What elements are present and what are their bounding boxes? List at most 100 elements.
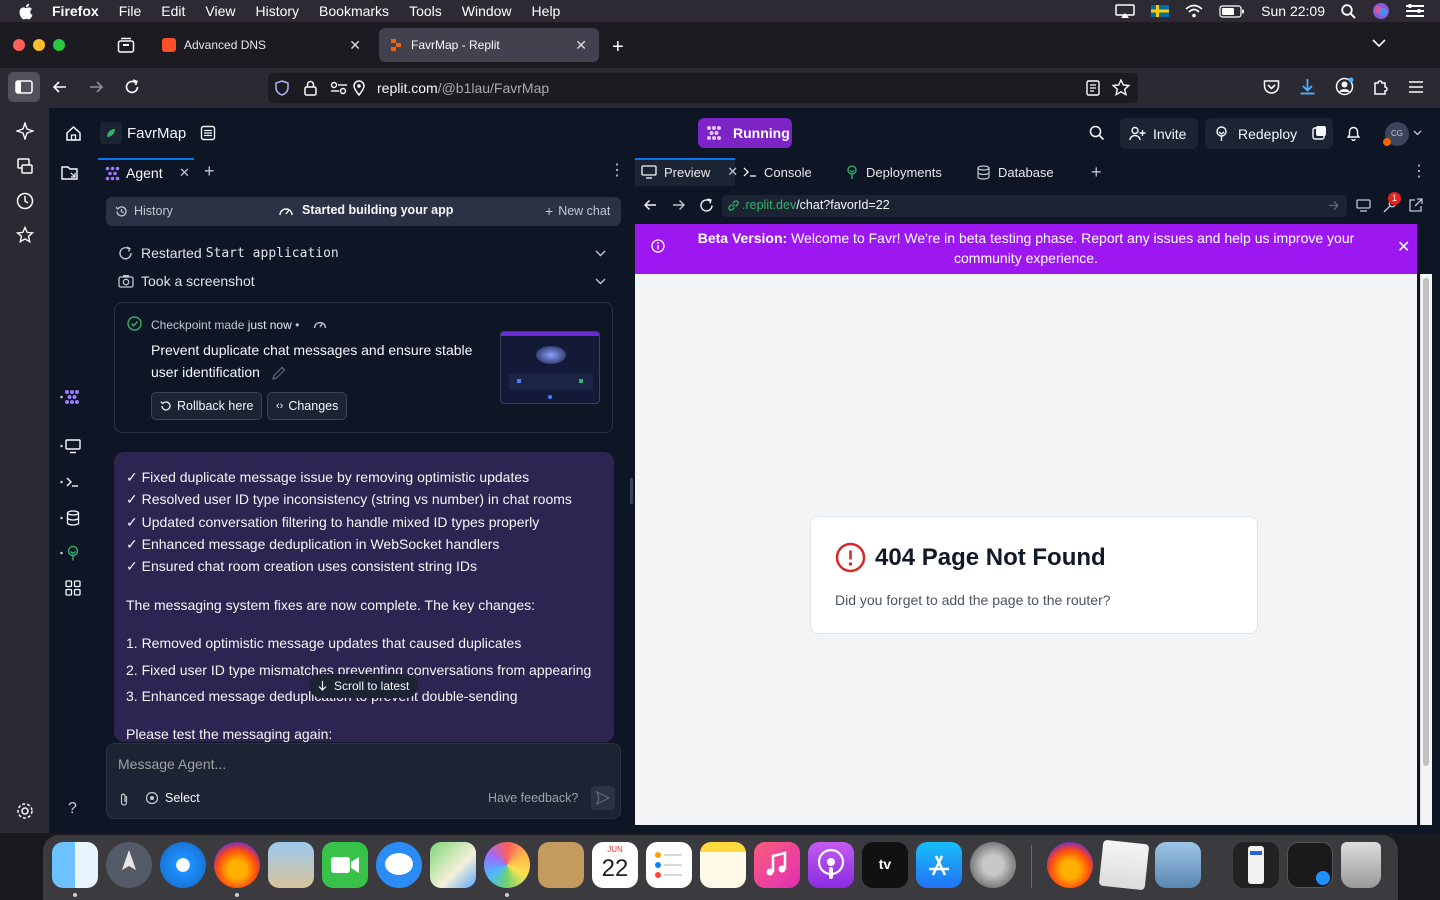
more-options-icon[interactable]: ⋮ bbox=[1411, 164, 1427, 180]
message-agent-input[interactable]: Message Agent... bbox=[118, 756, 226, 772]
system-preferences-gear-icon[interactable] bbox=[970, 842, 1016, 888]
page-scrollbar[interactable] bbox=[1420, 274, 1432, 825]
trash-icon[interactable] bbox=[1341, 842, 1381, 888]
music-icon[interactable] bbox=[754, 842, 800, 888]
close-icon[interactable]: ✕ bbox=[575, 37, 587, 54]
menu-bookmarks[interactable]: Bookmarks bbox=[319, 3, 389, 19]
chevron-down-icon[interactable] bbox=[1413, 130, 1422, 136]
firefox-icon[interactable] bbox=[214, 842, 260, 888]
help-icon[interactable]: ? bbox=[68, 800, 77, 818]
reader-view-icon[interactable] bbox=[1086, 80, 1100, 96]
tab-database[interactable]: Database bbox=[977, 158, 1054, 186]
devices-icon[interactable] bbox=[1356, 199, 1371, 212]
photos-icon[interactable] bbox=[484, 842, 530, 888]
database-icon[interactable] bbox=[60, 510, 82, 526]
extensions-icon[interactable] bbox=[1372, 78, 1389, 95]
repl-info-icon[interactable] bbox=[200, 125, 216, 141]
more-options-icon[interactable]: ⋮ bbox=[609, 163, 625, 179]
close-banner-icon[interactable]: ✕ bbox=[1397, 238, 1410, 258]
go-arrow-icon[interactable] bbox=[1328, 200, 1339, 211]
tab-preview-content[interactable]: Preview ✕ bbox=[641, 158, 738, 186]
spotlight-icon[interactable] bbox=[1341, 3, 1356, 19]
chevron-down-icon[interactable] bbox=[595, 278, 606, 285]
address-bar[interactable]: replit.com/@b1lau/FavrMap bbox=[268, 73, 1138, 103]
app-store-icon[interactable] bbox=[916, 842, 962, 888]
account-icon[interactable] bbox=[1335, 77, 1354, 96]
menu-view[interactable]: View bbox=[205, 3, 235, 19]
maps-icon[interactable] bbox=[430, 842, 476, 888]
customize-sidebar-gear-icon[interactable] bbox=[16, 802, 34, 820]
firefox-nightly-icon[interactable] bbox=[1047, 842, 1093, 888]
panel-resize-handle[interactable] bbox=[630, 478, 633, 504]
swedish-flag-icon[interactable] bbox=[1151, 5, 1170, 17]
checkpoint-screenshot-thumbnail[interactable] bbox=[500, 331, 600, 404]
back-arrow-icon[interactable] bbox=[644, 199, 657, 211]
scroll-to-latest-button[interactable]: Scroll to latest bbox=[309, 674, 418, 698]
menu-edit[interactable]: Edit bbox=[161, 3, 185, 19]
menu-history[interactable]: History bbox=[255, 3, 299, 19]
webview-monitor-icon[interactable] bbox=[60, 439, 82, 454]
bookmarks-star-icon[interactable] bbox=[16, 226, 34, 244]
lock-icon[interactable] bbox=[304, 80, 317, 96]
preview-photos-icon[interactable] bbox=[1155, 842, 1201, 888]
menu-file[interactable]: File bbox=[119, 3, 142, 19]
agent-dots-icon[interactable] bbox=[60, 389, 82, 405]
new-chat-button[interactable]: + New chat bbox=[545, 203, 610, 219]
apple-tv-icon[interactable]: tv bbox=[862, 842, 908, 888]
minimize-window-button[interactable] bbox=[33, 39, 45, 51]
wifi-icon[interactable] bbox=[1185, 4, 1203, 18]
iphone-mirroring-icon[interactable] bbox=[1233, 842, 1279, 888]
ai-chatbot-icon[interactable] bbox=[16, 122, 34, 140]
back-arrow-icon[interactable] bbox=[52, 79, 68, 95]
feedback-link[interactable]: Have feedback? bbox=[488, 791, 578, 805]
add-tab-button[interactable]: + bbox=[1091, 162, 1102, 183]
permissions-icon[interactable] bbox=[330, 81, 348, 95]
new-tab-button[interactable]: + bbox=[612, 36, 624, 59]
browser-tab-favrmap-replit[interactable]: FavrMap - Replit ✕ bbox=[379, 28, 599, 62]
browser-tab-advanced-dns[interactable]: Advanced DNS ✕ bbox=[152, 28, 373, 62]
repl-name[interactable]: FavrMap bbox=[127, 125, 186, 142]
screenshot-window-icon[interactable] bbox=[1287, 842, 1333, 888]
edit-pencil-icon[interactable] bbox=[272, 366, 286, 380]
search-icon[interactable] bbox=[1089, 125, 1105, 141]
textedit-document-icon[interactable] bbox=[1098, 839, 1150, 891]
log-item-restart[interactable]: Restarted Start application bbox=[118, 243, 608, 263]
run-button[interactable]: Running bbox=[698, 118, 792, 148]
notifications-bell-icon[interactable] bbox=[1346, 125, 1361, 141]
reload-icon[interactable] bbox=[124, 79, 140, 95]
send-button[interactable] bbox=[591, 786, 615, 810]
preview-url-text[interactable]: .replit.dev/chat?favorId=22 bbox=[742, 198, 890, 212]
changes-button[interactable]: ‹› Changes bbox=[267, 392, 348, 420]
open-new-tab-icon[interactable] bbox=[1409, 198, 1423, 212]
reload-icon[interactable] bbox=[699, 198, 714, 213]
pocket-icon[interactable] bbox=[1263, 79, 1280, 95]
apple-icon[interactable] bbox=[18, 3, 38, 20]
siri-icon[interactable] bbox=[1372, 2, 1390, 20]
firefox-view-icon[interactable] bbox=[117, 37, 135, 53]
preview-eagle-icon[interactable] bbox=[268, 842, 314, 888]
reminders-icon[interactable] bbox=[646, 842, 692, 888]
menu-clock[interactable]: Sun 22:09 bbox=[1261, 3, 1325, 19]
menu-help[interactable]: Help bbox=[532, 3, 561, 19]
close-icon[interactable]: ✕ bbox=[349, 37, 361, 54]
battery-icon[interactable] bbox=[1219, 4, 1245, 18]
contacts-icon[interactable] bbox=[538, 842, 584, 888]
close-icon[interactable]: ✕ bbox=[179, 165, 190, 181]
all-tools-grid-icon[interactable] bbox=[65, 580, 81, 596]
close-window-button[interactable] bbox=[13, 39, 25, 51]
messages-icon[interactable] bbox=[376, 842, 422, 888]
finder-icon[interactable] bbox=[52, 842, 98, 888]
zoom-window-button[interactable] bbox=[53, 39, 65, 51]
tab-deployments[interactable]: Deployments bbox=[845, 158, 942, 186]
launchpad-icon[interactable] bbox=[106, 842, 152, 888]
location-icon[interactable] bbox=[352, 80, 366, 96]
preview-url-bar[interactable]: .replit.dev/chat?favorId=22 bbox=[722, 195, 1347, 217]
hamburger-menu-icon[interactable] bbox=[1408, 80, 1424, 94]
safari-icon[interactable] bbox=[160, 842, 206, 888]
podcasts-icon[interactable] bbox=[808, 842, 854, 888]
close-icon[interactable]: ✕ bbox=[727, 164, 738, 180]
facetime-icon[interactable] bbox=[322, 842, 368, 888]
rollback-button[interactable]: Rollback here bbox=[151, 392, 263, 420]
home-icon[interactable] bbox=[65, 125, 82, 142]
deployments-icon[interactable] bbox=[60, 545, 82, 561]
